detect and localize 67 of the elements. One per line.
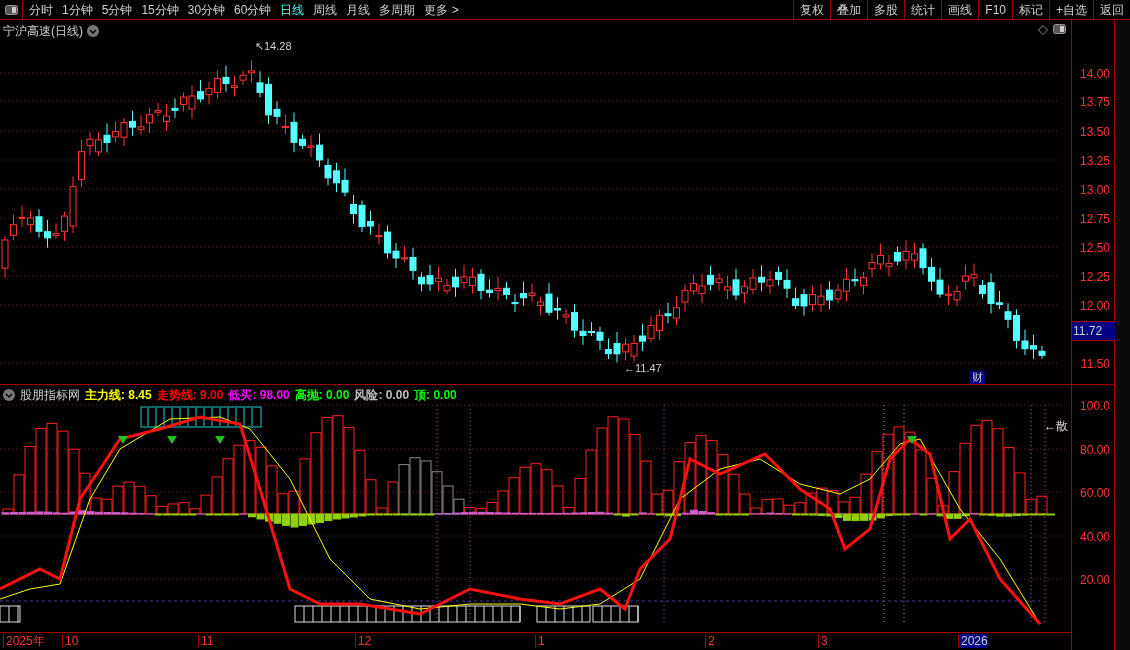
finance-badge[interactable]: 财 [970, 371, 985, 384]
period-tab[interactable]: 60分钟 [234, 0, 272, 19]
period-tab[interactable]: 多周期 [379, 0, 416, 19]
signal-bar-strip [592, 605, 639, 623]
period-tab[interactable]: 1分钟 [62, 0, 93, 19]
indicator-legend-item: 走势线: 9.00 [156, 387, 224, 404]
period-tab[interactable]: 更多 > [424, 0, 459, 19]
price-axis-label: 12.75 [1079, 211, 1110, 228]
period-tab[interactable]: 15分钟 [141, 0, 179, 19]
price-axis-label: 12.50 [1079, 240, 1110, 257]
indicator-legend-item: 主力线: 8.45 [85, 387, 152, 404]
low-price-marker: ←11.47 [624, 361, 662, 376]
toolbar-button[interactable]: 画线 [941, 0, 979, 19]
signal-bar-strip [0, 605, 21, 623]
date-label: 2 [705, 634, 715, 648]
price-axis-label: 13.25 [1079, 153, 1110, 170]
high-price-marker: ↖14.28 [255, 39, 292, 54]
stock-title: 宁沪高速(日线) [3, 23, 83, 40]
price-axis-label: 13.75 [1079, 94, 1110, 111]
indicator-axis-label: 60.00 [1079, 485, 1110, 502]
price-axis-label: 13.00 [1079, 182, 1110, 199]
indicator-legend-item: 高抛: 0.00 [294, 387, 350, 404]
period-tab[interactable]: 分时 [29, 0, 53, 19]
indicator-legend-item: 风险: 0.00 [354, 387, 410, 404]
toolbar-button[interactable]: 复权 [793, 0, 831, 19]
toolbar-button[interactable]: 统计 [904, 0, 942, 19]
toolbar-button[interactable]: 返回 [1093, 0, 1130, 19]
toolbar-button[interactable]: F10 [978, 0, 1012, 19]
period-tab[interactable]: 日线 [280, 0, 305, 19]
period-tab[interactable]: 5分钟 [101, 0, 133, 19]
toolbar-button[interactable]: +自选 [1049, 0, 1093, 19]
toolbar-button[interactable]: 叠加 [830, 0, 868, 19]
down-arrow-icon [167, 436, 177, 444]
down-arrow-icon [907, 436, 917, 444]
indicator-title: 股朋指标网 [20, 387, 80, 404]
retail-marker: ←散 [1044, 418, 1068, 435]
date-label: 2026 [958, 634, 988, 648]
price-axis-label: 14.00 [1079, 66, 1110, 83]
indicator-axis-label: 20.00 [1079, 572, 1110, 589]
chevron-down-icon[interactable] [3, 389, 15, 401]
date-label: 12 [355, 634, 372, 648]
period-tab[interactable]: 周线 [313, 0, 338, 19]
date-label: 10 [62, 634, 79, 648]
period-tab[interactable]: 月线 [346, 0, 371, 19]
date-label: 11 [198, 634, 214, 648]
price-axis-label: 12.25 [1079, 269, 1110, 286]
indicator-axis-label: 100.0 [1079, 398, 1110, 415]
panel-icon [4, 4, 18, 15]
down-arrow-icon [118, 436, 128, 444]
price-axis-label: 13.50 [1079, 124, 1110, 141]
period-tab[interactable]: 30分钟 [187, 0, 226, 19]
chevron-down-icon[interactable] [87, 25, 99, 37]
current-price-label: 11.72 [1072, 321, 1115, 341]
down-arrow-icon [215, 436, 225, 444]
signal-bar-strip [536, 605, 591, 623]
indicator-axis-label: 40.00 [1079, 529, 1110, 546]
toolbar-button[interactable]: 标记 [1012, 0, 1049, 19]
indicator-legend-item: 低买: 98.00 [228, 387, 290, 404]
indicator-legend-item: 顶: 0.00 [414, 387, 457, 404]
toolbar-button[interactable]: 多股 [867, 0, 905, 19]
date-label: 1 [535, 634, 545, 648]
date-label: 3 [818, 634, 828, 648]
price-axis-label: 12.00 [1079, 298, 1110, 315]
price-axis-label: 11.50 [1080, 356, 1110, 373]
date-label: 2025年 [3, 634, 45, 648]
panel-icon[interactable] [1053, 24, 1066, 34]
indicator-axis-label: 80.00 [1079, 442, 1110, 459]
